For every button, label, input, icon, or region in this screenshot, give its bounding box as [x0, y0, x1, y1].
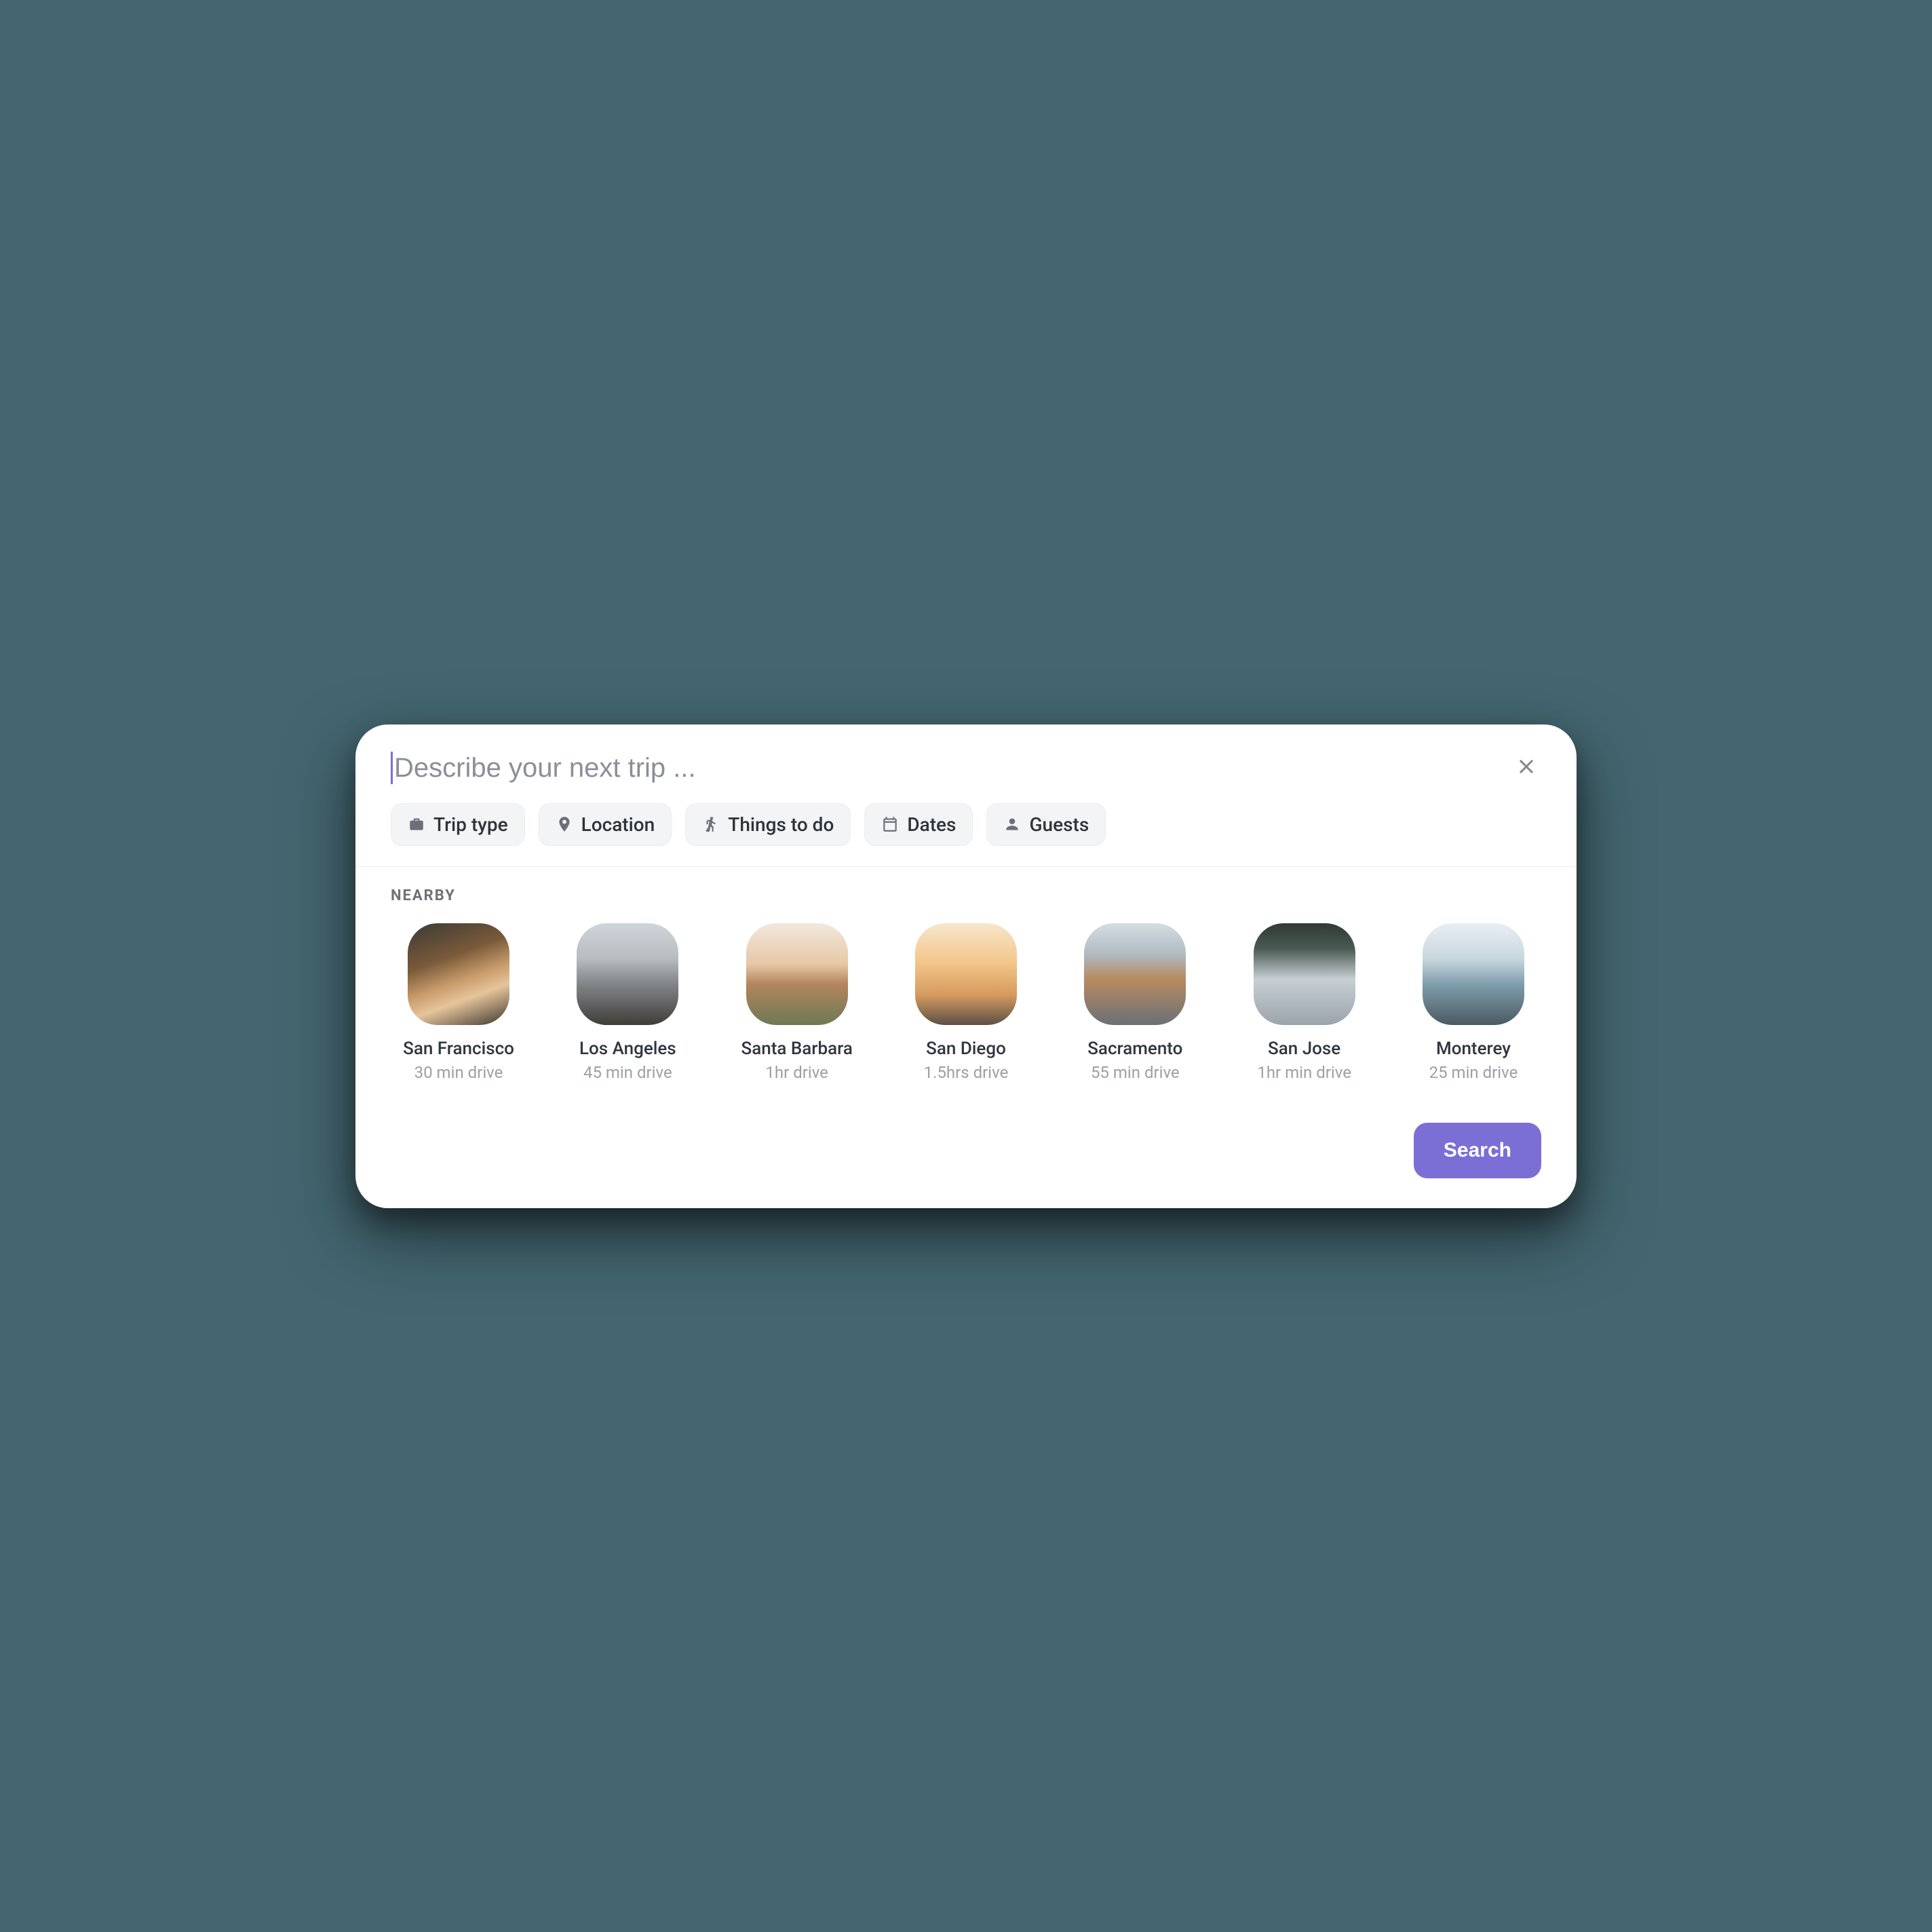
location-pin-icon: [556, 815, 573, 833]
filter-chips: Trip type Location Things to do Dates: [391, 803, 1541, 846]
city-name: San Francisco: [403, 1039, 514, 1059]
calendar-icon: [881, 815, 899, 833]
search-button[interactable]: Search: [1414, 1123, 1541, 1178]
city-thumbnail: [1423, 923, 1524, 1025]
chip-things-to-do[interactable]: Things to do: [685, 803, 851, 846]
person-icon: [1003, 815, 1021, 833]
chip-label: Trip type: [433, 813, 508, 836]
city-name: Santa Barbara: [741, 1039, 852, 1059]
city-subtitle: 1hr min drive: [1257, 1063, 1351, 1082]
city-thumbnail: [577, 923, 678, 1025]
nearby-item-san-francisco[interactable]: San Francisco 30 min drive: [391, 923, 526, 1082]
city-thumbnail: [746, 923, 848, 1025]
chip-dates[interactable]: Dates: [864, 803, 973, 846]
city-subtitle: 55 min drive: [1091, 1063, 1180, 1082]
chip-guests[interactable]: Guests: [986, 803, 1106, 846]
city-subtitle: 45 min drive: [583, 1063, 672, 1082]
chip-trip-type[interactable]: Trip type: [391, 803, 525, 846]
nearby-title: NEARBY: [391, 887, 1541, 904]
city-name: Monterey: [1436, 1039, 1511, 1059]
modal-footer: Search: [355, 1109, 1577, 1208]
chip-label: Dates: [907, 813, 956, 836]
modal-header: Trip type Location Things to do Dates: [355, 724, 1577, 866]
city-thumbnail: [408, 923, 509, 1025]
chip-location[interactable]: Location: [539, 803, 672, 846]
city-name: Sacramento: [1087, 1039, 1182, 1059]
nearby-item-santa-barbara[interactable]: Santa Barbara 1hr drive: [729, 923, 865, 1082]
nearby-section: NEARBY San Francisco 30 min drive Los An…: [355, 867, 1577, 1109]
search-modal: Trip type Location Things to do Dates: [355, 724, 1577, 1208]
search-input[interactable]: [391, 752, 1511, 784]
city-name: San Diego: [926, 1039, 1006, 1059]
nearby-item-san-jose[interactable]: San Jose 1hr min drive: [1237, 923, 1372, 1082]
city-subtitle: 1.5hrs drive: [924, 1063, 1009, 1082]
city-name: San Jose: [1268, 1039, 1340, 1059]
city-thumbnail: [1084, 923, 1186, 1025]
city-thumbnail: [1254, 923, 1355, 1025]
nearby-item-sacramento[interactable]: Sacramento 55 min drive: [1067, 923, 1203, 1082]
city-subtitle: 25 min drive: [1429, 1063, 1518, 1082]
chip-label: Location: [581, 813, 655, 836]
close-button[interactable]: [1511, 753, 1541, 783]
chip-label: Guests: [1029, 813, 1089, 836]
city-name: Los Angeles: [579, 1039, 676, 1059]
nearby-item-san-diego[interactable]: San Diego 1.5hrs drive: [898, 923, 1034, 1082]
nearby-item-monterey[interactable]: Monterey 25 min drive: [1406, 923, 1541, 1082]
nearby-list: San Francisco 30 min drive Los Angeles 4…: [391, 923, 1541, 1082]
search-row: [391, 752, 1541, 784]
hiker-icon: [702, 815, 720, 833]
briefcase-icon: [408, 815, 425, 833]
city-subtitle: 1hr drive: [765, 1063, 828, 1082]
city-thumbnail: [915, 923, 1017, 1025]
nearby-item-los-angeles[interactable]: Los Angeles 45 min drive: [560, 923, 695, 1082]
close-icon: [1517, 757, 1536, 778]
chip-label: Things to do: [728, 813, 834, 836]
city-subtitle: 30 min drive: [414, 1063, 503, 1082]
